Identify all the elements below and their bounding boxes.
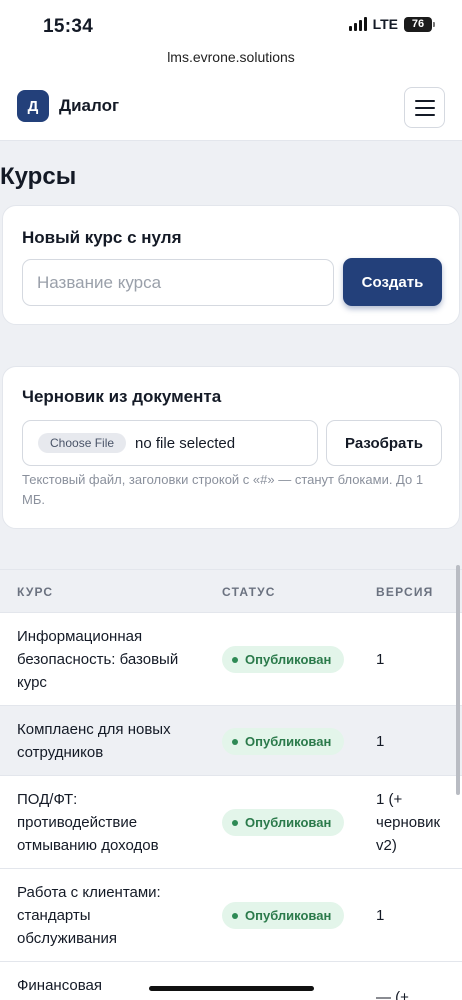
choose-file-button[interactable]: Choose File bbox=[38, 433, 127, 453]
status-label: Опубликован bbox=[245, 652, 332, 667]
new-course-title: Новый курс с нуля bbox=[22, 228, 182, 247]
page-title: Курсы bbox=[0, 163, 77, 190]
parse-button[interactable]: Разобрать bbox=[326, 420, 442, 466]
new-course-card: Новый курс с нуля Создать bbox=[2, 205, 460, 325]
file-input[interactable]: Choose File no file selected bbox=[22, 420, 318, 466]
table-row[interactable]: ПОД/ФТ: противодействие отмыванию доходо… bbox=[0, 776, 462, 869]
course-version: 1 bbox=[376, 651, 385, 668]
table-row[interactable]: Финансовая — (+ bbox=[0, 962, 462, 1000]
create-button[interactable]: Создать bbox=[343, 258, 442, 306]
draft-title: Черновик из документа bbox=[22, 387, 222, 406]
course-name-input[interactable] bbox=[22, 259, 334, 306]
status-indicators: LTE 76 bbox=[348, 16, 435, 32]
network-type: LTE bbox=[372, 16, 398, 32]
status-label: Опубликован bbox=[245, 908, 332, 923]
hamburger-icon-line bbox=[414, 113, 435, 116]
status-time: 15:34 bbox=[43, 16, 94, 37]
app-header: Д Диалог bbox=[0, 73, 462, 141]
status-badge: Опубликован bbox=[222, 646, 345, 673]
column-header-status[interactable]: СТАТУС bbox=[222, 585, 276, 599]
scrollbar[interactable] bbox=[456, 565, 460, 795]
course-version: 1 bbox=[376, 733, 385, 750]
course-title[interactable]: Работа с клиентами: стандарты обслуживан… bbox=[17, 881, 182, 950]
menu-button[interactable] bbox=[404, 87, 445, 128]
status-label: Опубликован bbox=[245, 734, 332, 749]
app-logo[interactable]: Д bbox=[17, 90, 49, 122]
course-title[interactable]: Комплаенс для новых сотрудников bbox=[17, 718, 207, 764]
courses-table: КУРС СТАТУС ВЕРСИЯ Информационная безопа… bbox=[0, 569, 462, 1000]
logo-letter: Д bbox=[27, 97, 39, 115]
status-label: Опубликован bbox=[245, 815, 332, 830]
status-dot-icon bbox=[232, 912, 238, 919]
status-dot-icon bbox=[232, 819, 238, 826]
hamburger-icon-line bbox=[414, 99, 435, 102]
draft-hint: Текстовый файл, заголовки строкой с «#» … bbox=[22, 472, 424, 507]
url-text: lms.evrone.solutions bbox=[167, 49, 295, 65]
hamburger-icon-line bbox=[414, 106, 435, 109]
status-dot-icon bbox=[232, 656, 238, 663]
table-header: КУРС СТАТУС ВЕРСИЯ bbox=[0, 570, 462, 613]
course-title[interactable]: Информационная безопасность: базовый кур… bbox=[17, 625, 207, 694]
course-title[interactable]: ПОД/ФТ: противодействие отмыванию доходо… bbox=[17, 788, 197, 857]
app-name[interactable]: Диалог bbox=[59, 96, 119, 116]
table-row[interactable]: Информационная безопасность: базовый кур… bbox=[0, 613, 462, 706]
status-dot-icon bbox=[232, 738, 238, 745]
table-row[interactable]: Комплаенс для новых сотрудников Опублико… bbox=[0, 706, 462, 776]
course-version: 1 (+ черновик v2) bbox=[376, 791, 441, 854]
home-indicator[interactable] bbox=[149, 986, 314, 991]
signal-icon bbox=[348, 17, 367, 31]
file-status: no file selected bbox=[135, 434, 236, 452]
column-header-course[interactable]: КУРС bbox=[17, 585, 53, 599]
battery-level: 76 bbox=[411, 18, 425, 30]
draft-card: Черновик из документа Choose File no fil… bbox=[2, 366, 460, 529]
course-version: 1 bbox=[376, 907, 385, 924]
course-version: — (+ bbox=[376, 989, 409, 1000]
table-row[interactable]: Работа с клиентами: стандарты обслуживан… bbox=[0, 869, 462, 962]
status-badge: Опубликован bbox=[222, 902, 345, 929]
status-badge: Опубликован bbox=[222, 728, 345, 755]
column-header-version[interactable]: ВЕРСИЯ bbox=[376, 585, 434, 599]
battery-icon: 76 bbox=[404, 16, 435, 32]
status-badge: Опубликован bbox=[222, 809, 345, 836]
status-bar: 15:34 LTE 76 bbox=[0, 0, 462, 46]
address-bar[interactable]: lms.evrone.solutions bbox=[0, 46, 462, 73]
